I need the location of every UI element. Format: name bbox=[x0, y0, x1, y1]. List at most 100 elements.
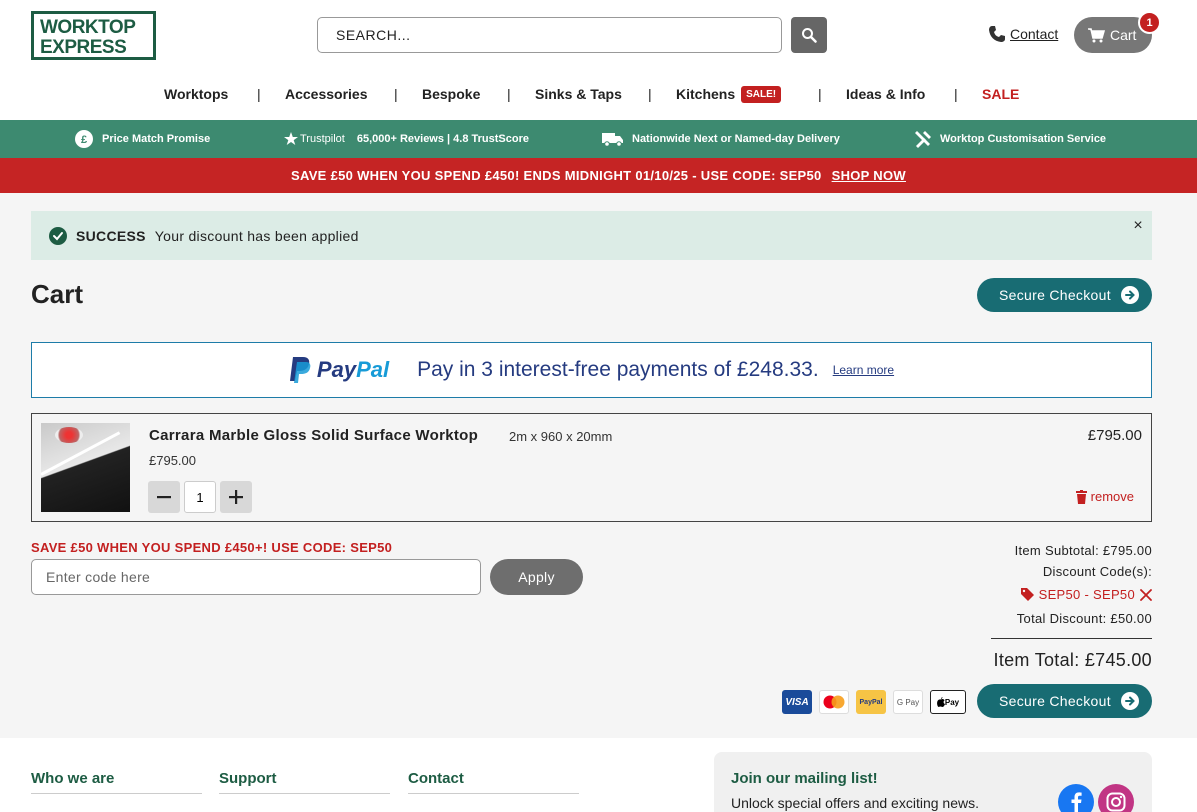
nav-item-worktops[interactable]: Worktops bbox=[164, 86, 228, 102]
page-title: Cart bbox=[31, 279, 84, 309]
paypal-pay-in-3-banner: PayPal Pay in 3 interest-free payments o… bbox=[31, 342, 1152, 398]
usp-customisation-label: Worktop Customisation Service bbox=[940, 133, 1107, 145]
product-unit-price: £795.00 bbox=[149, 453, 196, 468]
minus-icon bbox=[157, 496, 171, 499]
nav-separator: | bbox=[648, 86, 652, 102]
contact-link[interactable]: Contact bbox=[988, 25, 1058, 43]
remove-code-icon[interactable] bbox=[1140, 588, 1152, 601]
search-icon bbox=[802, 28, 817, 43]
paypal-word-b: Pal bbox=[356, 357, 390, 382]
product-thumbnail[interactable] bbox=[41, 423, 130, 512]
secure-checkout-button-top[interactable]: Secure Checkout bbox=[977, 278, 1152, 312]
remove-item-button[interactable]: remove bbox=[1075, 489, 1134, 504]
summary-item-total: Item Total: £745.00 bbox=[993, 650, 1152, 670]
summary-total-discount: Total Discount: £50.00 bbox=[1016, 611, 1152, 626]
apply-code-button[interactable]: Apply bbox=[490, 559, 583, 595]
tools-icon bbox=[915, 131, 931, 148]
instagram-icon bbox=[1106, 792, 1126, 812]
secure-checkout-button-bottom[interactable]: Secure Checkout bbox=[977, 684, 1152, 718]
usp-reviews-label: 65,000+ Reviews | 4.8 TrustScore bbox=[356, 133, 529, 145]
usp-bar: £ Price Match Promise Trustpilot 65,000+… bbox=[0, 120, 1197, 158]
cart-count-badge: 1 bbox=[1138, 11, 1161, 34]
search-input[interactable] bbox=[318, 18, 781, 52]
alert-message: Your discount has been applied bbox=[154, 227, 359, 244]
promo-banner: SAVE £50 WHEN YOU SPEND £450! ENDS MIDNI… bbox=[0, 158, 1197, 193]
arrow-right-circle-icon bbox=[1120, 286, 1139, 304]
google-pay-icon: G Pay bbox=[893, 690, 923, 714]
contact-label: Contact bbox=[1010, 26, 1059, 42]
summary-subtotal: Item Subtotal: £795.00 bbox=[1014, 543, 1152, 558]
phone-icon bbox=[989, 26, 1005, 42]
checkout-label: Secure Checkout bbox=[999, 693, 1111, 709]
footer-heading-support: Support bbox=[219, 770, 390, 794]
discount-promo-label: SAVE £50 WHEN YOU SPEND £450+! USE CODE:… bbox=[31, 540, 393, 555]
nav-kitchens-label: Kitchens bbox=[676, 86, 736, 102]
payment-methods: VISA PayPal G Pay Pay bbox=[782, 690, 966, 714]
usp-delivery-label: Nationwide Next or Named-day Delivery bbox=[632, 133, 840, 145]
site-footer: Who we are Support Contact Join our mail… bbox=[0, 738, 1197, 812]
promo-text: SAVE £50 WHEN YOU SPEND £450! ENDS MIDNI… bbox=[291, 168, 822, 183]
product-dimensions: 2m x 960 x 20mm bbox=[509, 429, 613, 444]
usp-delivery[interactable]: Nationwide Next or Named-day Delivery bbox=[602, 120, 840, 158]
paypal-logo: PayPal bbox=[289, 357, 389, 383]
usp-price-match[interactable]: £ Price Match Promise bbox=[74, 120, 210, 158]
usp-customisation[interactable]: Worktop Customisation Service bbox=[914, 120, 1106, 158]
cart-item: Carrara Marble Gloss Solid Surface Workt… bbox=[31, 413, 1152, 522]
instagram-button[interactable] bbox=[1098, 784, 1134, 812]
apple-icon bbox=[936, 697, 945, 707]
arrow-right-circle-icon bbox=[1120, 692, 1139, 710]
mailing-title: Join our mailing list! bbox=[731, 770, 878, 787]
shop-now-link[interactable]: SHOP NOW bbox=[832, 168, 906, 183]
sale-badge: SALE! bbox=[741, 86, 782, 103]
nav-item-kitchens[interactable]: Kitchens SALE! bbox=[676, 86, 782, 103]
visa-icon: VISA bbox=[782, 690, 812, 714]
nav-item-accessories[interactable]: Accessories bbox=[285, 86, 368, 102]
nav-separator: | bbox=[394, 86, 398, 102]
footer-heading-contact: Contact bbox=[408, 770, 579, 794]
main-nav: Worktops | Accessories | Bespoke | Sinks… bbox=[0, 86, 1197, 106]
checkout-label: Secure Checkout bbox=[999, 287, 1111, 303]
facebook-icon bbox=[1071, 792, 1082, 812]
mastercard-icon bbox=[819, 690, 849, 714]
alert-title: SUCCESS bbox=[76, 227, 146, 244]
quantity-decrease-button[interactable] bbox=[148, 481, 180, 513]
nav-item-bespoke[interactable]: Bespoke bbox=[422, 86, 480, 102]
alert-close-button[interactable]: × bbox=[1133, 217, 1143, 235]
usp-trustpilot[interactable]: Trustpilot 65,000+ Reviews | 4.8 TrustSc… bbox=[284, 120, 529, 158]
paypal-learn-more-link[interactable]: Learn more bbox=[833, 363, 894, 377]
nav-separator: | bbox=[954, 86, 958, 102]
summary-divider bbox=[991, 638, 1152, 639]
check-circle-icon bbox=[49, 226, 67, 245]
pound-coin-icon: £ bbox=[75, 130, 93, 148]
footer-heading-who-we-are: Who we are bbox=[31, 770, 202, 794]
success-alert: SUCCESS Your discount has been applied × bbox=[31, 211, 1152, 260]
site-logo[interactable]: WORKTOP EXPRESS bbox=[31, 11, 156, 60]
usp-price-match-label: Price Match Promise bbox=[102, 133, 211, 145]
trustpilot-logo-text: Trustpilot bbox=[300, 133, 345, 145]
mailing-list-box: Join our mailing list! Unlock special of… bbox=[714, 752, 1152, 812]
tag-icon bbox=[1020, 588, 1034, 601]
paypal-pay-icon: PayPal bbox=[856, 690, 886, 714]
quantity-increase-button[interactable] bbox=[220, 481, 252, 513]
nav-item-sale[interactable]: SALE bbox=[982, 86, 1019, 102]
remove-label: remove bbox=[1090, 489, 1134, 504]
paypal-icon bbox=[289, 357, 311, 383]
truck-icon bbox=[602, 133, 623, 147]
search-button[interactable] bbox=[791, 17, 827, 53]
search-box bbox=[317, 17, 782, 53]
mailing-subtitle: Unlock special offers and exciting news. bbox=[731, 795, 979, 811]
nav-item-sinks-taps[interactable]: Sinks & Taps bbox=[535, 86, 622, 102]
product-line-price: £795.00 bbox=[1087, 427, 1142, 444]
trash-icon bbox=[1075, 489, 1087, 504]
cart-label: Cart bbox=[1110, 27, 1137, 43]
nav-separator: | bbox=[818, 86, 822, 102]
nav-separator: | bbox=[507, 86, 511, 102]
discount-code-input[interactable] bbox=[31, 559, 481, 595]
product-name[interactable]: Carrara Marble Gloss Solid Surface Workt… bbox=[149, 427, 478, 444]
site-header: WORKTOP EXPRESS Contact Cart 1 Worktops … bbox=[0, 0, 1197, 120]
star-icon bbox=[284, 132, 298, 145]
nav-item-ideas-info[interactable]: Ideas & Info bbox=[846, 86, 925, 102]
facebook-button[interactable] bbox=[1058, 784, 1094, 812]
paypal-word-a: Pay bbox=[316, 357, 357, 382]
quantity-input[interactable] bbox=[184, 481, 216, 513]
